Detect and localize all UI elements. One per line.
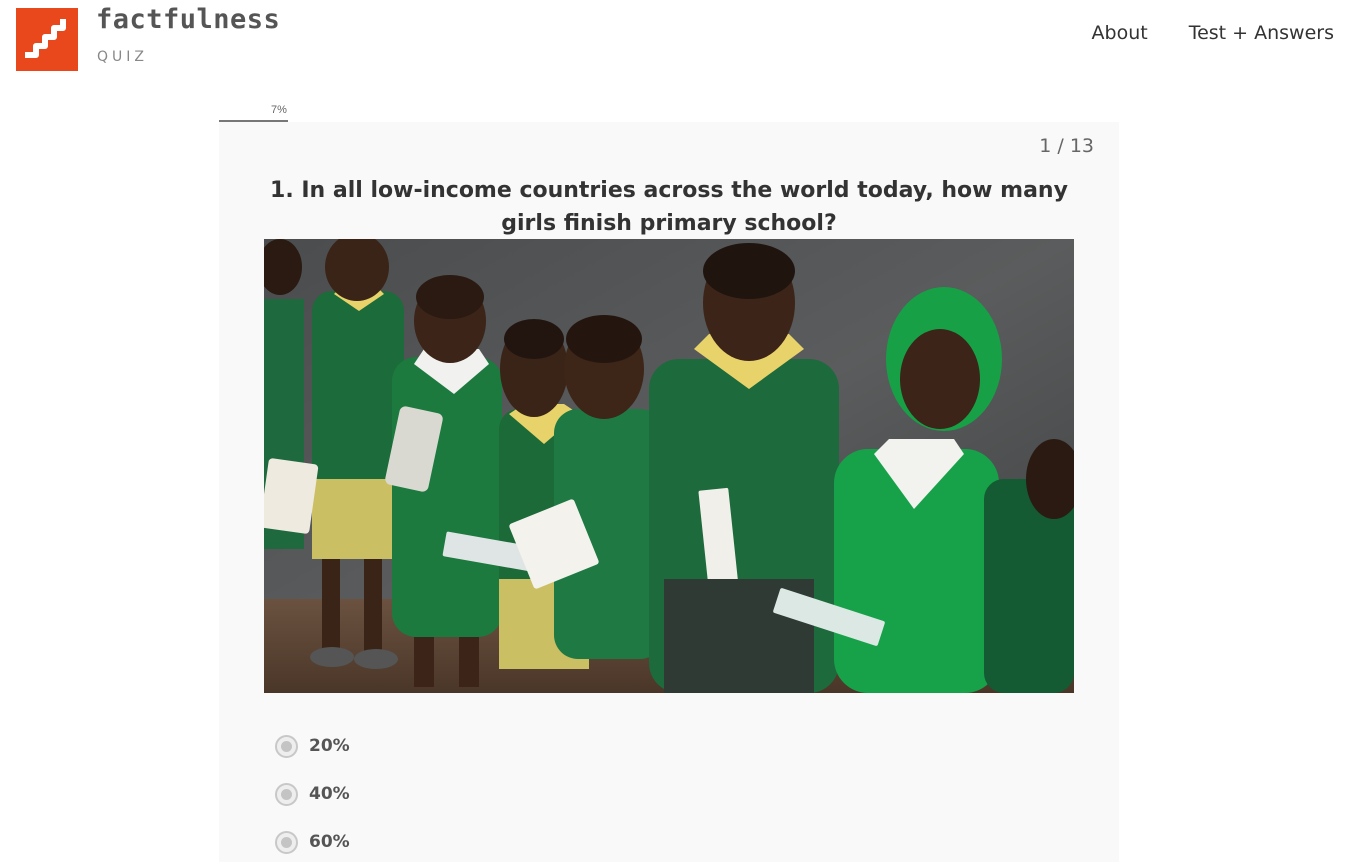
radio-button-icon[interactable]	[275, 830, 298, 854]
radio-button-icon[interactable]	[275, 734, 298, 758]
quiz-card: 1 / 13 1. In all low-income countries ac…	[219, 122, 1119, 862]
question-counter: 1 / 13	[1039, 135, 1094, 157]
nav-link-about[interactable]: About	[1092, 22, 1148, 44]
question-text: 1. In all low-income countries across th…	[270, 178, 1068, 236]
quiz-progress: 7%	[219, 103, 1119, 122]
radio-button-icon[interactable]	[275, 782, 298, 806]
answer-option[interactable]: 40%	[275, 770, 350, 818]
schoolchildren-photo	[264, 239, 1074, 693]
answer-option-label: 20%	[309, 736, 350, 756]
factfulness-logo-icon[interactable]	[16, 8, 78, 71]
answer-option-label: 40%	[309, 784, 350, 804]
logo-wordmark[interactable]: factfulness	[96, 4, 280, 35]
answer-option-label: 60%	[309, 832, 350, 852]
progress-label: 7%	[271, 104, 287, 116]
answer-option[interactable]: 20%	[275, 722, 350, 770]
site-header: factfulness QUIZ About Test + Answers	[0, 0, 1367, 90]
nav-link-test-answers[interactable]: Test + Answers	[1189, 22, 1334, 44]
answer-option[interactable]: 60%	[275, 818, 350, 866]
answer-options: 20% 40% 60%	[275, 722, 350, 866]
logo-subtitle: QUIZ	[97, 49, 148, 65]
main-nav: About Test + Answers	[1092, 22, 1334, 44]
